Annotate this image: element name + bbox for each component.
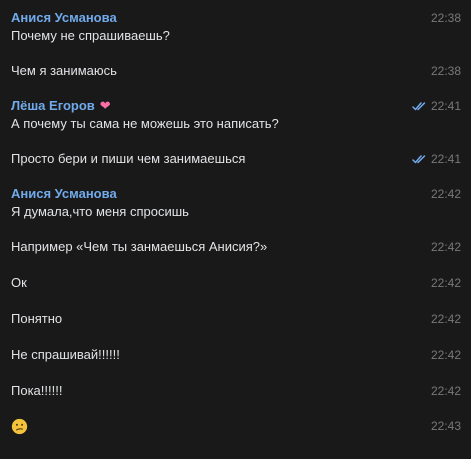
message-10[interactable]: 22:43 bbox=[0, 418, 471, 440]
message-time: 22:42 bbox=[430, 187, 461, 201]
message-time: 22:42 bbox=[430, 240, 461, 254]
author-name[interactable]: Анися Усманова bbox=[11, 10, 117, 26]
message-4[interactable]: Анися Усманова 22:42 Я думала,что меня с… bbox=[0, 186, 471, 226]
message-text: Просто бери и пиши чем занимаешься bbox=[11, 151, 246, 166]
message-1[interactable]: Чем я занимаюсь 22:38 bbox=[0, 63, 471, 83]
message-time: 22:38 bbox=[430, 64, 461, 78]
confused-face-icon bbox=[11, 418, 28, 435]
double-check-icon bbox=[412, 155, 426, 164]
author-name[interactable]: Анися Усманова bbox=[11, 186, 117, 202]
message-9[interactable]: Пока!!!!!! 22:42 bbox=[0, 383, 471, 403]
message-6[interactable]: Ок 22:42 bbox=[0, 275, 471, 295]
chat-history: Анися Усманова 22:38 Почему не спрашивае… bbox=[0, 0, 471, 459]
message-time: 22:42 bbox=[430, 384, 461, 398]
double-check-icon bbox=[412, 102, 426, 111]
message-3[interactable]: Просто бери и пиши чем занимаешься 22:41 bbox=[0, 151, 471, 171]
message-7[interactable]: Понятно 22:42 bbox=[0, 311, 471, 331]
message-time: 22:38 bbox=[430, 11, 461, 25]
message-time: 22:42 bbox=[430, 348, 461, 362]
message-text: Чем я занимаюсь bbox=[11, 63, 117, 78]
message-emoji bbox=[11, 418, 28, 439]
message-time: 22:41 bbox=[412, 151, 461, 167]
message-text: Понятно bbox=[11, 311, 63, 326]
message-text: Почему не спрашиваешь? bbox=[11, 28, 170, 43]
message-time: 22:42 bbox=[430, 312, 461, 326]
message-text: Не спрашивай!!!!!! bbox=[11, 347, 120, 362]
author-name[interactable]: Лёша Егоров ❤ bbox=[11, 98, 111, 114]
message-text: Например «Чем ты занмаешься Анисия?» bbox=[11, 239, 268, 254]
message-text: Пока!!!!!! bbox=[11, 383, 63, 398]
message-5[interactable]: Например «Чем ты занмаешься Анисия?» 22:… bbox=[0, 239, 471, 259]
message-time: 22:43 bbox=[430, 419, 461, 433]
message-time: 22:42 bbox=[430, 276, 461, 290]
message-text: Я думала,что меня спросишь bbox=[11, 204, 189, 219]
message-0[interactable]: Анися Усманова 22:38 Почему не спрашивае… bbox=[0, 10, 471, 50]
message-8[interactable]: Не спрашивай!!!!!! 22:42 bbox=[0, 347, 471, 367]
heart-icon: ❤ bbox=[99, 98, 111, 113]
message-text: А почему ты сама не можешь это написать? bbox=[11, 116, 279, 131]
message-time: 22:41 bbox=[412, 98, 461, 114]
message-2[interactable]: Лёша Егоров ❤ 22:41 А почему ты сама не … bbox=[0, 98, 471, 138]
message-text: Ок bbox=[11, 275, 27, 290]
